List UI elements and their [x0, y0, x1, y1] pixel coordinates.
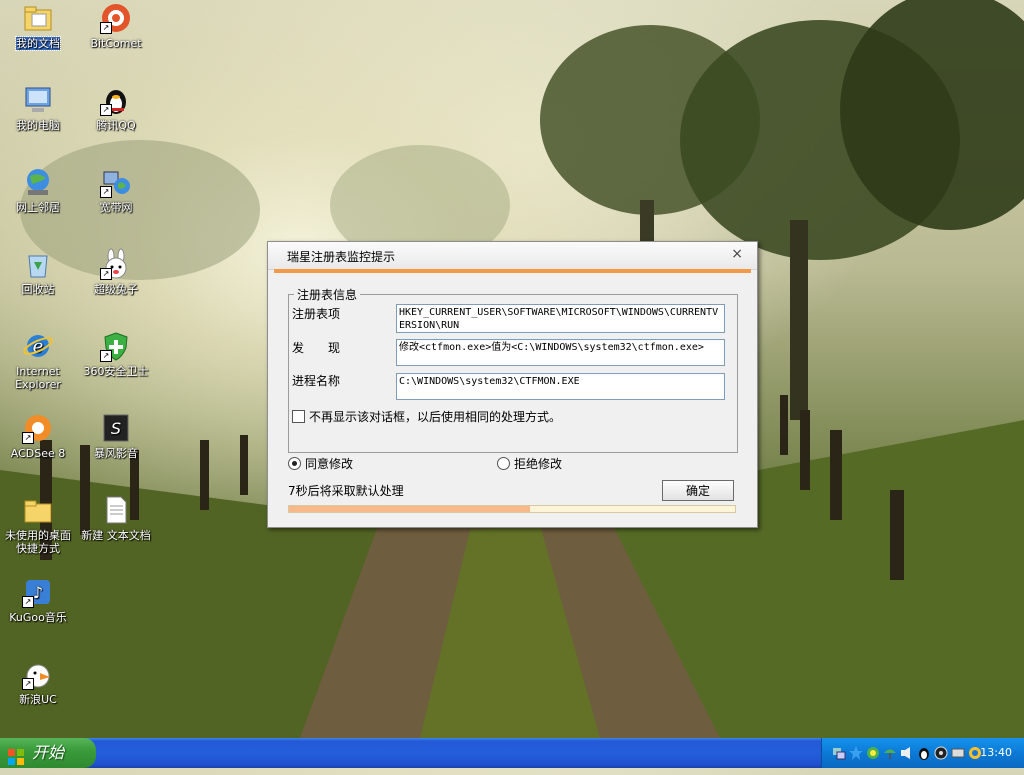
desktop-icon-bitcomet[interactable]: ↗ BitComet: [78, 2, 154, 50]
taskbar: 开始 13:40: [0, 738, 1024, 768]
desktop-icon-label: 360安全卫士: [83, 365, 149, 378]
shortcut-arrow-icon: ↗: [100, 350, 112, 362]
desktop-icon-new-text-document[interactable]: 新建 文本文档: [78, 494, 154, 542]
checkbox-label: 不再显示该对话框，以后使用相同的处理方式。: [309, 410, 562, 424]
text-document-icon: [100, 494, 132, 526]
found-label: 发 现: [292, 341, 341, 355]
desktop-icon-my-documents[interactable]: 我的文档: [0, 2, 76, 51]
shortcut-arrow-icon: ↗: [100, 268, 112, 280]
close-icon[interactable]: ×: [731, 246, 743, 262]
desktop-icon-storm-player[interactable]: S 暴风影音: [78, 412, 154, 460]
desktop-icon-label: 未使用的桌面快捷方式: [5, 529, 71, 555]
umbrella-tray-icon[interactable]: [883, 746, 897, 760]
registry-key-field[interactable]: HKEY_CURRENT_USER\SOFTWARE\MICROSOFT\WIN…: [396, 304, 725, 333]
input-method-tray-icon[interactable]: [934, 746, 948, 760]
broadband-icon: ↗: [100, 166, 132, 198]
desktop-icon-label: ACDSee 8: [10, 447, 66, 460]
radio-agree[interactable]: 同意修改: [288, 455, 353, 472]
bitcomet-icon: ↗: [100, 2, 132, 34]
ok-button[interactable]: 确定: [662, 480, 734, 501]
desktop-icon-label: 新建 文本文档: [81, 529, 151, 542]
shortcut-arrow-icon: ↗: [22, 678, 34, 690]
clock[interactable]: 13:40: [980, 746, 1012, 759]
desktop-icon-label: 腾讯QQ: [96, 119, 136, 132]
dont-show-again-checkbox[interactable]: 不再显示该对话框，以后使用相同的处理方式。: [292, 408, 561, 425]
desktop-icon-label: BitComet: [90, 37, 142, 50]
svg-text:♪: ♪: [33, 583, 43, 602]
internet-explorer-icon: e: [22, 330, 54, 362]
desktop-icon-recycle-bin[interactable]: 回收站: [0, 248, 76, 296]
desktop-icon-label: KuGoo音乐: [9, 611, 67, 624]
radio-selected-indicator[interactable]: [288, 457, 301, 470]
radio-reject[interactable]: 拒绝修改: [497, 455, 562, 472]
desktop-icon-label: 回收站: [21, 283, 55, 296]
shortcut-arrow-icon: ↗: [22, 432, 34, 444]
radio-unselected-indicator[interactable]: [497, 457, 510, 470]
desktop-icon-label: 网上邻居: [16, 201, 60, 214]
countdown-progress-bar: [288, 505, 736, 513]
process-name-field[interactable]: C:\WINDOWS\system32\CTFMON.EXE: [396, 373, 725, 400]
network-icon: [22, 166, 54, 198]
desktop-icon-kugoo[interactable]: ♪ ↗ KuGoo音乐: [0, 576, 76, 624]
desktop-icon-label: Internet Explorer: [15, 365, 61, 391]
shield-icon: ↗: [100, 330, 132, 362]
progress-fill: [289, 506, 530, 512]
windows-flag-icon: [8, 745, 24, 765]
group-title: 注册表信息: [294, 286, 361, 303]
desktop-icon-label: 我的文档: [15, 36, 61, 51]
radio-agree-label: 同意修改: [305, 457, 354, 471]
desktop-icon-acdsee[interactable]: ↗ ACDSee 8: [0, 412, 76, 460]
qq-tray-icon[interactable]: [917, 746, 931, 760]
found-field[interactable]: 修改<ctfmon.exe>值为<C:\WINDOWS\system32\ctf…: [396, 339, 725, 366]
process-name-label: 进程名称: [292, 374, 341, 388]
desktop-icon-sina-uc[interactable]: ↗ 新浪UC: [0, 658, 76, 706]
kugoo-music-icon: ♪ ↗: [22, 576, 54, 608]
system-tray: 13:40: [821, 738, 1024, 768]
sina-uc-icon: ↗: [22, 658, 54, 690]
computer-icon: [22, 84, 54, 116]
star-tray-icon[interactable]: [849, 746, 863, 760]
registry-monitor-dialog: 瑞星注册表监控提示 × 注册表信息 注册表项 HKEY_CURRENT_USER…: [267, 241, 758, 528]
desktop-icon-label: 超级兔子: [94, 283, 138, 296]
desktop-icon-my-computer[interactable]: 我的电脑: [0, 84, 76, 132]
svg-text:S: S: [111, 419, 121, 438]
desktop-icon-360-security[interactable]: ↗ 360安全卫士: [78, 330, 154, 378]
dialog-accent-bar: [274, 269, 751, 273]
start-label: 开始: [32, 743, 65, 762]
dialog-title: 瑞星注册表监控提示: [287, 250, 396, 264]
desktop-icon-unused-shortcuts[interactable]: 未使用的桌面快捷方式: [0, 494, 76, 555]
desktop-icon-broadband[interactable]: ↗ 宽带网: [78, 166, 154, 214]
radio-reject-label: 拒绝修改: [514, 457, 563, 471]
speaker-tray-icon[interactable]: [900, 746, 914, 760]
desktop-icon-super-rabbit[interactable]: ↗ 超级兔子: [78, 248, 154, 296]
acdsee-icon: ↗: [22, 412, 54, 444]
checkbox-box[interactable]: [292, 410, 305, 423]
countdown-text: 7秒后将采取默认处理: [288, 484, 404, 498]
shortcut-arrow-icon: ↗: [100, 22, 112, 34]
network-tray-icon[interactable]: [832, 746, 846, 760]
dialog-title-bar[interactable]: 瑞星注册表监控提示 ×: [268, 242, 757, 270]
keyboard-tray-icon[interactable]: [951, 746, 965, 760]
storm-player-icon: S: [100, 412, 132, 444]
shortcut-arrow-icon: ↗: [22, 596, 34, 608]
folder-icon: [22, 2, 54, 34]
registry-key-label: 注册表项: [292, 307, 341, 321]
desktop-icon-label: 新浪UC: [19, 693, 57, 706]
desktop-icon-label: 我的电脑: [16, 119, 60, 132]
start-button[interactable]: 开始: [0, 738, 96, 768]
rabbit-icon: ↗: [100, 248, 132, 280]
desktop-icon-label: 宽带网: [99, 201, 133, 214]
shortcut-arrow-icon: ↗: [100, 186, 112, 198]
rising-tray-icon[interactable]: [866, 746, 880, 760]
desktop-icon-internet-explorer[interactable]: e Internet Explorer: [0, 330, 76, 391]
shortcut-arrow-icon: ↗: [100, 104, 112, 116]
desktop-icon-label: 暴风影音: [94, 447, 138, 460]
penguin-icon: ↗: [100, 84, 132, 116]
folder-icon: [22, 494, 54, 526]
recycle-bin-icon: [22, 248, 54, 280]
desktop-icon-qq[interactable]: ↗ 腾讯QQ: [78, 84, 154, 132]
desktop-icon-network-places[interactable]: 网上邻居: [0, 166, 76, 214]
